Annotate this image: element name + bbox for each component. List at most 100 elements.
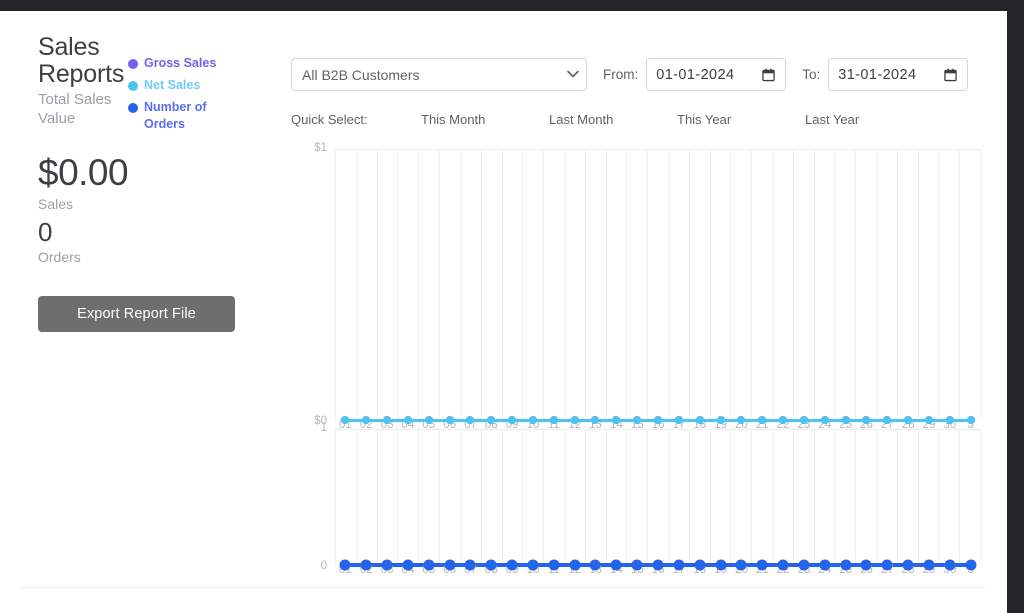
- data-point[interactable]: [799, 416, 808, 424]
- data-point[interactable]: [965, 559, 977, 571]
- data-point[interactable]: [737, 416, 746, 424]
- stat-total-sales: $0.00 Sales: [38, 151, 129, 213]
- gridline-cell: [960, 430, 982, 564]
- quick-select-last-month[interactable]: Last Month: [549, 112, 677, 127]
- plot-area: $1 $0: [314, 142, 982, 427]
- data-point[interactable]: [528, 416, 537, 424]
- data-point[interactable]: [341, 416, 350, 424]
- gridline-cell: [773, 150, 794, 419]
- data-point[interactable]: [840, 559, 852, 571]
- data-point[interactable]: [694, 559, 706, 571]
- calendar-icon[interactable]: [762, 68, 775, 82]
- legend-label: Gross Sales: [144, 56, 217, 70]
- data-point[interactable]: [756, 559, 768, 571]
- data-point[interactable]: [881, 559, 893, 571]
- page-subtitle: Total Sales Value: [38, 91, 112, 127]
- legend-label: Net Sales: [144, 78, 201, 92]
- gridline-cell: [731, 150, 753, 419]
- plot-area: 1 0: [321, 422, 982, 572]
- data-point[interactable]: [339, 559, 351, 571]
- data-point[interactable]: [591, 416, 600, 424]
- data-point[interactable]: [631, 559, 643, 571]
- sales-reports-page: Sales Reports Total Sales Value Gross Sa…: [0, 11, 1007, 613]
- gridline-cell: [856, 150, 878, 419]
- data-point[interactable]: [633, 416, 642, 424]
- gridline-cell: [669, 430, 690, 564]
- gridline-cell: [503, 430, 524, 564]
- data-point[interactable]: [819, 559, 831, 571]
- data-point[interactable]: [652, 559, 664, 571]
- quick-select-this-year[interactable]: This Year: [677, 112, 805, 127]
- data-point[interactable]: [735, 559, 747, 571]
- from-date-input[interactable]: 01-01-2024: [646, 58, 787, 91]
- data-point[interactable]: [862, 416, 871, 424]
- data-point[interactable]: [381, 559, 393, 571]
- data-point[interactable]: [424, 416, 433, 424]
- gridline-cell: [690, 430, 711, 564]
- from-date-value: 01-01-2024: [656, 66, 735, 83]
- data-point[interactable]: [654, 416, 662, 424]
- data-point[interactable]: [589, 559, 601, 571]
- data-point[interactable]: [779, 416, 788, 424]
- gridline-cell: [836, 430, 857, 564]
- data-point[interactable]: [758, 416, 767, 424]
- legend-label: Number of Orders: [144, 100, 207, 131]
- data-point[interactable]: [548, 559, 560, 571]
- data-point[interactable]: [612, 416, 621, 424]
- gridlines: [335, 430, 982, 564]
- data-point[interactable]: [508, 416, 517, 424]
- data-point[interactable]: [569, 559, 581, 571]
- data-point[interactable]: [860, 559, 872, 571]
- data-point[interactable]: [674, 416, 683, 424]
- to-date-input[interactable]: 31-01-2024: [828, 58, 969, 91]
- gridline-cell: [794, 430, 815, 564]
- export-report-file-button[interactable]: Export Report File: [38, 296, 235, 332]
- data-point[interactable]: [777, 559, 789, 571]
- data-point[interactable]: [549, 416, 558, 424]
- data-point[interactable]: [610, 559, 622, 571]
- data-point[interactable]: [403, 416, 412, 424]
- data-point[interactable]: [570, 416, 579, 424]
- data-point[interactable]: [383, 416, 392, 424]
- y-axis-top-label: 1: [320, 422, 327, 434]
- data-point[interactable]: [820, 416, 829, 424]
- data-point[interactable]: [360, 559, 372, 571]
- data-point[interactable]: [716, 416, 725, 424]
- quick-select-last-year[interactable]: Last Year: [805, 112, 933, 127]
- data-point[interactable]: [715, 559, 727, 571]
- data-point[interactable]: [466, 416, 475, 424]
- gridline-cell: [648, 150, 669, 419]
- data-point[interactable]: [944, 559, 956, 571]
- data-point[interactable]: [423, 559, 435, 571]
- data-point[interactable]: [673, 559, 685, 571]
- data-point[interactable]: [445, 416, 454, 424]
- data-point[interactable]: [902, 559, 914, 571]
- data-point[interactable]: [945, 416, 954, 424]
- gridline-cell: [440, 430, 461, 564]
- data-point[interactable]: [798, 559, 810, 571]
- data-point[interactable]: [966, 416, 975, 424]
- browser-chrome-right-edge: [1007, 0, 1024, 613]
- data-point[interactable]: [527, 559, 539, 571]
- data-point[interactable]: [464, 559, 476, 571]
- gridline-cell: [919, 430, 940, 564]
- data-point[interactable]: [695, 416, 704, 424]
- data-point[interactable]: [924, 416, 933, 424]
- gridline-cell: [482, 430, 503, 564]
- data-point[interactable]: [841, 416, 850, 424]
- quick-select-this-month[interactable]: This Month: [421, 112, 549, 127]
- data-point[interactable]: [485, 559, 497, 571]
- customer-select-wrapper: All B2B Customers: [291, 58, 587, 91]
- data-point[interactable]: [923, 559, 935, 571]
- report-content: All B2B Customers From: 01-01-2024 To: 3…: [20, 11, 1007, 613]
- data-point[interactable]: [883, 416, 892, 424]
- data-point[interactable]: [487, 416, 496, 424]
- data-point[interactable]: [444, 559, 456, 571]
- data-point[interactable]: [362, 416, 371, 424]
- calendar-icon[interactable]: [944, 68, 957, 82]
- customer-select[interactable]: All B2B Customers: [291, 58, 587, 91]
- data-point[interactable]: [402, 559, 414, 571]
- gridline-cell: [523, 150, 545, 419]
- data-point[interactable]: [506, 559, 518, 571]
- data-point[interactable]: [904, 416, 913, 424]
